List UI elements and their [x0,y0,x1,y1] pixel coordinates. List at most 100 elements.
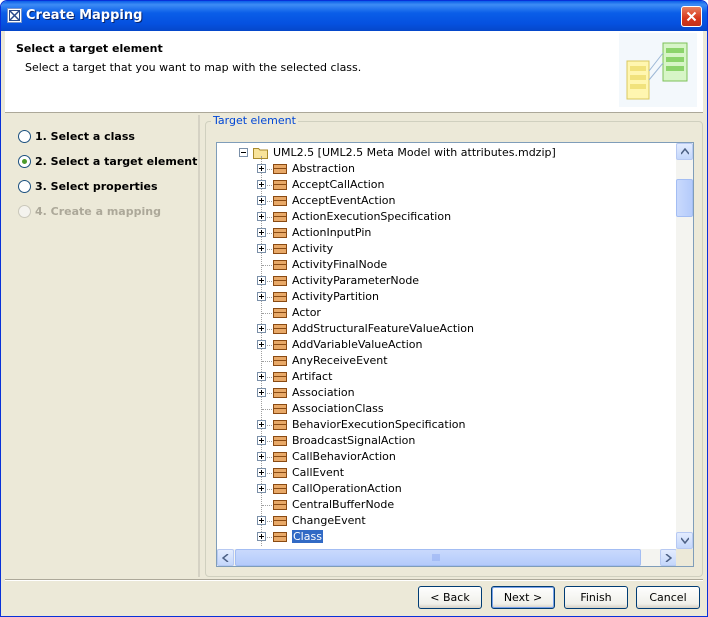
tree-branch-line [267,281,272,282]
tree-item[interactable]: Association [218,385,678,401]
tree-item[interactable]: CallOperationAction [218,481,678,497]
tree-item[interactable]: BroadcastSignalAction [218,433,678,449]
tree-branch-line [267,345,272,346]
horizontal-scroll-thumb[interactable] [235,549,641,566]
class-icon [273,308,287,318]
scroll-down-icon[interactable] [676,532,693,549]
mapping-graphic-icon [619,33,697,107]
expand-icon[interactable] [257,164,266,173]
tree-root[interactable]: UML2.5 [UML2.5 Meta Model with attribute… [218,145,678,161]
target-tree[interactable]: UML2.5 [UML2.5 Meta Model with attribute… [216,142,694,567]
expand-icon[interactable] [257,228,266,237]
tree-item[interactable]: Actor [218,305,678,321]
class-icon [273,340,287,350]
back-button[interactable]: < Back [418,586,482,609]
class-icon [273,388,287,398]
cancel-button[interactable]: Cancel [636,586,700,609]
tree-branch-line [267,473,272,474]
expand-icon[interactable] [257,212,266,221]
class-icon [273,292,287,302]
tree-item[interactable]: CentralBufferNode [218,497,678,513]
tree-branch-line [267,489,272,490]
tree-item[interactable]: ActionExecutionSpecification [218,209,678,225]
tree-item[interactable]: Artifact [218,369,678,385]
tree-branch-line [267,457,272,458]
tree-item-label: Association [292,386,355,399]
tree-item[interactable]: Abstraction [218,161,678,177]
tree-branch-line [262,361,272,362]
tree-item-label: CallBehaviorAction [292,450,396,463]
header-title: Select a target element [16,42,163,55]
tree-item[interactable]: AnyReceiveEvent [218,353,678,369]
tree-branch-line [267,201,272,202]
vertical-scroll-thumb[interactable] [676,179,693,217]
tree-item-label: ChangeEvent [292,514,366,527]
tree-item[interactable]: ActivityPartition [218,289,678,305]
class-icon [273,276,287,286]
expand-icon[interactable] [257,452,266,461]
tree-item[interactable]: ActionInputPin [218,225,678,241]
class-icon [273,324,287,334]
expand-icon[interactable] [257,468,266,477]
expand-icon[interactable] [257,532,266,541]
expand-icon[interactable] [257,180,266,189]
tree-branch-line [267,185,272,186]
tree-item[interactable]: ChangeEvent [218,513,678,529]
collapse-icon[interactable] [239,148,248,157]
next-button[interactable]: Next > [491,586,555,609]
tree-item[interactable]: BehaviorExecutionSpecification [218,417,678,433]
tree-item[interactable]: AcceptEventAction [218,193,678,209]
radio-icon [18,179,31,193]
expand-icon[interactable] [257,484,266,493]
tree-item-label: Activity [292,242,334,255]
expand-icon[interactable] [257,340,266,349]
step-select-class[interactable]: 1. Select a class [18,128,135,144]
tree-item[interactable]: CallBehaviorAction [218,449,678,465]
tree-item-label: CentralBufferNode [292,498,395,511]
expand-icon[interactable] [257,292,266,301]
expand-icon[interactable] [257,324,266,333]
step-select-target[interactable]: 2. Select a target element [18,153,197,169]
scroll-up-icon[interactable] [676,143,693,160]
tree-branch-line [267,233,272,234]
tree-item[interactable]: ActivityParameterNode [218,273,678,289]
tree-branch-line [267,441,272,442]
horizontal-scrollbar[interactable] [217,549,677,566]
tree-item-label: Abstraction [292,162,355,175]
tree-item-label: AssociationClass [292,402,384,415]
title-bar[interactable]: Create Mapping [1,1,707,31]
step-create-mapping: 4. Create a mapping [18,203,161,219]
expand-icon[interactable] [257,244,266,253]
tree-item[interactable]: AssociationClass [218,401,678,417]
expand-icon[interactable] [257,420,266,429]
tree-item[interactable]: Activity [218,241,678,257]
expand-icon[interactable] [257,276,266,285]
scroll-left-icon[interactable] [217,549,234,566]
tree-branch-line [267,537,272,538]
tree-item[interactable]: AddStructuralFeatureValueAction [218,321,678,337]
close-icon[interactable] [681,6,702,27]
expand-icon[interactable] [257,372,266,381]
tree-item-label: AddStructuralFeatureValueAction [292,322,474,335]
step-label: 4. Create a mapping [35,204,161,218]
vertical-scrollbar[interactable] [676,143,693,549]
tree-item[interactable]: ActivityFinalNode [218,257,678,273]
expand-icon[interactable] [257,388,266,397]
expand-icon[interactable] [257,516,266,525]
tree-item[interactable]: Class [218,529,678,545]
tree-view[interactable]: UML2.5 [UML2.5 Meta Model with attribute… [218,144,678,547]
expand-icon[interactable] [257,196,266,205]
step-select-properties[interactable]: 3. Select properties [18,178,158,194]
class-icon [273,436,287,446]
scroll-right-icon[interactable] [660,549,677,566]
step-label: 2. Select a target element [35,154,198,168]
tree-item[interactable]: AcceptCallAction [218,177,678,193]
wizard-header: Select a target element Select a target … [5,31,703,113]
finish-button[interactable]: Finish [564,586,628,609]
tree-item[interactable]: CallEvent [218,465,678,481]
class-icon [273,532,287,542]
header-subtitle: Select a target that you want to map wit… [25,61,362,74]
tree-item[interactable]: AddVariableValueAction [218,337,678,353]
expand-icon[interactable] [257,436,266,445]
tree-item-label: ActivityFinalNode [292,258,388,271]
